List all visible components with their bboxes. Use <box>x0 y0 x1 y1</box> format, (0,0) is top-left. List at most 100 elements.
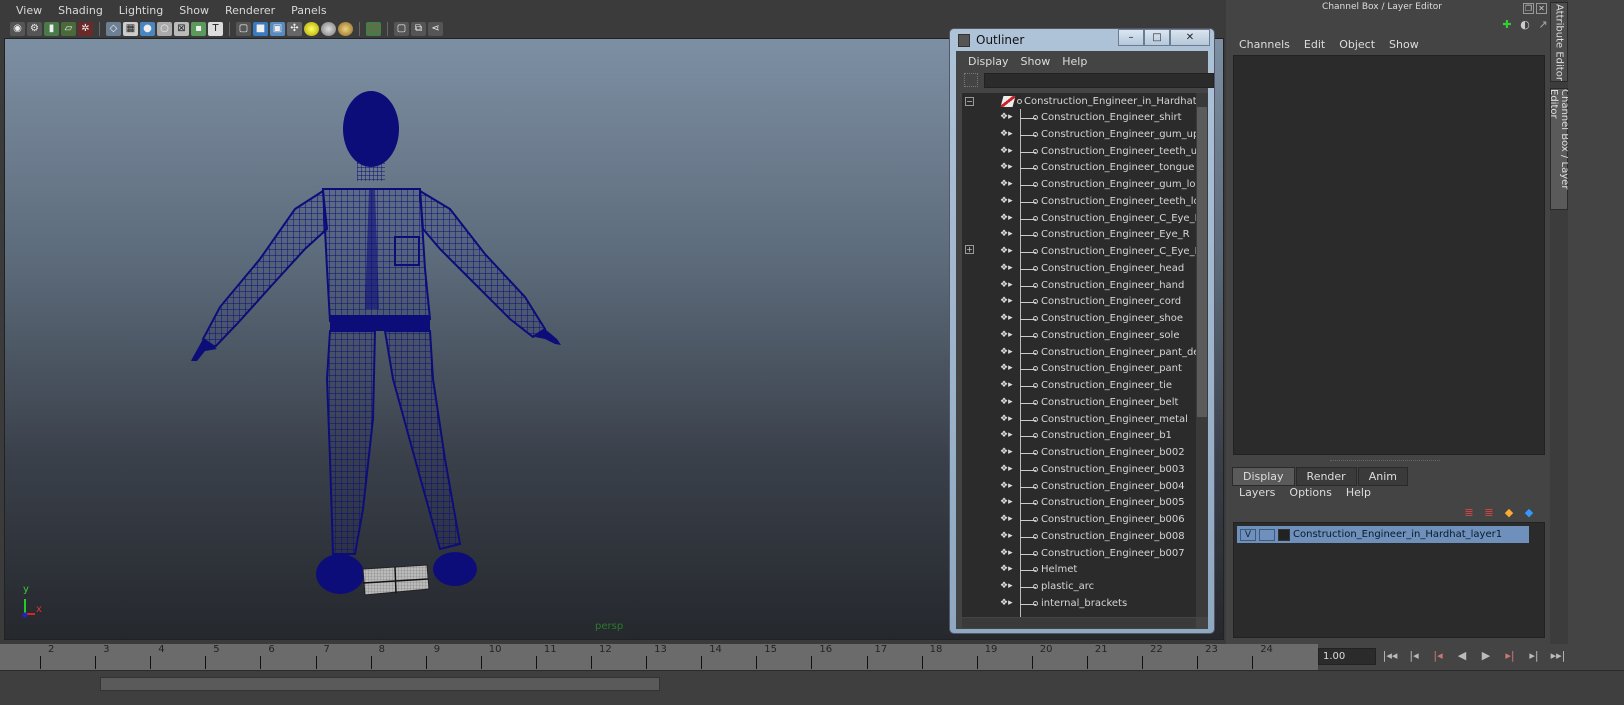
layer-color-swatch[interactable] <box>1278 528 1290 541</box>
tab-display[interactable]: Display <box>1232 467 1295 486</box>
expand-icon[interactable]: + <box>965 245 974 254</box>
outliner-item[interactable]: ❖▸ Construction_Engineer_cord <box>962 294 1196 310</box>
manipulator-icon[interactable]: ✚ <box>1500 18 1514 32</box>
step-forward-frame-button[interactable]: ▸| <box>1524 647 1544 665</box>
lights-icon[interactable] <box>304 22 319 36</box>
outliner-item[interactable]: ❖▸ Construction_Engineer_b004 <box>962 479 1196 495</box>
outliner-item[interactable]: ❖▸ Construction_Engineer_shirt <box>962 110 1196 126</box>
cb-menu-channels[interactable]: Channels <box>1232 38 1297 51</box>
outliner-item[interactable]: ❖▸ Helmet <box>962 562 1196 578</box>
outliner-item[interactable]: ❖▸ Construction_Engineer_gum_lower <box>962 177 1196 193</box>
le-menu-layers[interactable]: Layers <box>1232 486 1282 499</box>
layer-row[interactable]: V Construction_Engineer_in_Hardhat_layer… <box>1237 526 1529 543</box>
step-back-key-button[interactable]: |◂ <box>1428 647 1448 665</box>
outliner-item[interactable]: ❖▸ Construction_Engineer_hand <box>962 278 1196 294</box>
layer-playback-toggle[interactable] <box>1259 528 1275 541</box>
maximize-button[interactable]: □ <box>1144 29 1170 46</box>
outliner-item[interactable]: ❖▸ internal_brackets <box>962 596 1196 612</box>
outliner-item[interactable]: ❖▸ Construction_Engineer_C_Eye_L <box>962 244 1196 260</box>
outliner-item[interactable]: ❖▸ Construction_Engineer_tongue <box>962 160 1196 176</box>
close-button[interactable]: ✕ <box>1170 29 1210 46</box>
outliner-filter-input[interactable] <box>984 73 1214 88</box>
outliner-item[interactable]: ❖▸ Construction_Engineer_Eye_R <box>962 227 1196 243</box>
outliner-menu-show[interactable]: Show <box>1015 55 1057 68</box>
tab-channel-box[interactable]: Channel Box / Layer Editor <box>1548 88 1570 210</box>
layer-visibility-toggle[interactable]: V <box>1240 528 1256 541</box>
tab-attribute-editor[interactable]: Attribute Editor <box>1550 2 1568 82</box>
xray-icon[interactable]: ▢ <box>394 22 409 36</box>
outliner-item[interactable]: ❖▸ Construction_Engineer_pant <box>962 361 1196 377</box>
film-gate-icon[interactable]: ▦ <box>123 22 138 36</box>
xray-components-icon[interactable]: ⋖ <box>428 22 443 36</box>
cb-menu-edit[interactable]: Edit <box>1297 38 1332 51</box>
menu-shading[interactable]: Shading <box>50 4 111 17</box>
range-slider[interactable] <box>100 677 660 691</box>
step-back-frame-button[interactable]: |◂ <box>1404 647 1424 665</box>
ambient-occlusion-icon[interactable] <box>338 22 353 36</box>
outliner-item[interactable]: ❖▸ Construction_Engineer_head <box>962 261 1196 277</box>
go-to-end-button[interactable]: ▸▸| <box>1548 647 1568 665</box>
float-panel-icon[interactable]: ❐ <box>1523 3 1534 14</box>
outliner-item[interactable]: ❖▸ Construction_Engineer_b002 <box>962 445 1196 461</box>
2d-pan-zoom-icon[interactable]: ✲ <box>78 22 93 36</box>
textured-icon[interactable]: ✣ <box>287 22 302 36</box>
outliner-item[interactable]: ❖▸ Construction_Engineer_b006 <box>962 512 1196 528</box>
menu-show[interactable]: Show <box>171 4 217 17</box>
go-to-start-button[interactable]: |◂◂ <box>1380 647 1400 665</box>
xray-joints-icon[interactable]: ⧉ <box>411 22 426 36</box>
menu-panels[interactable]: Panels <box>283 4 334 17</box>
outliner-horizontal-scrollbar[interactable] <box>962 618 1196 628</box>
resolution-gate-icon[interactable]: ● <box>140 22 155 36</box>
filter-icon[interactable] <box>964 73 978 87</box>
menu-renderer[interactable]: Renderer <box>217 4 283 17</box>
shadows-icon[interactable] <box>321 22 336 36</box>
wireframe-icon[interactable]: ▢ <box>236 22 251 36</box>
minimize-button[interactable]: – <box>1118 29 1144 46</box>
collapse-icon[interactable]: − <box>965 97 974 106</box>
outliner-item[interactable]: ❖▸ Construction_Engineer_gum_upper <box>962 127 1196 143</box>
grid-icon[interactable]: ◇ <box>106 22 121 36</box>
outliner-menu-display[interactable]: Display <box>962 55 1015 68</box>
outliner-item[interactable]: ❖▸ Construction_Engineer_b1 <box>962 428 1196 444</box>
outliner-menu-help[interactable]: Help <box>1056 55 1093 68</box>
menu-view[interactable]: View <box>8 4 50 17</box>
camera-select-icon[interactable]: ◉ <box>10 22 25 36</box>
smooth-shade-icon[interactable]: ■ <box>253 22 268 36</box>
safe-action-icon[interactable]: ▪ <box>191 22 206 36</box>
cb-menu-object[interactable]: Object <box>1332 38 1382 51</box>
current-frame-field[interactable]: 1.00 <box>1318 648 1376 665</box>
arrow-icon[interactable]: ↗ <box>1536 18 1550 32</box>
play-forwards-button[interactable]: ▶ <box>1476 647 1496 665</box>
time-slider[interactable]: 2 3 4 5 6 7 8 9 10 11 12 13 14 15 16 17 18 19 20 21 22 23 24 <box>0 644 1318 670</box>
splitter-handle[interactable] <box>1330 460 1440 462</box>
move-layer-down-icon[interactable]: ≣ <box>1482 506 1496 519</box>
gate-mask-icon[interactable]: ○ <box>157 22 172 36</box>
outliner-item[interactable]: ❖▸ Construction_Engineer_teeth_lower <box>962 194 1196 210</box>
bookmark-icon[interactable]: ▮ <box>44 22 59 36</box>
cb-menu-show[interactable]: Show <box>1382 38 1426 51</box>
wireframe-on-shaded-icon[interactable]: ▣ <box>270 22 285 36</box>
scroll-thumb[interactable] <box>1197 107 1207 417</box>
outliner-item[interactable]: ❖▸ plastic_arc <box>962 579 1196 595</box>
menu-lighting[interactable]: Lighting <box>111 4 171 17</box>
tab-anim[interactable]: Anim <box>1357 467 1408 486</box>
outliner-item[interactable]: ❖▸ Construction_Engineer_shoe <box>962 311 1196 327</box>
new-layer-from-selected-icon[interactable]: ◆ <box>1522 506 1536 519</box>
isolate-select-icon[interactable]: ⬚ <box>366 22 381 36</box>
le-menu-help[interactable]: Help <box>1339 486 1378 499</box>
speed-icon[interactable]: ◐ <box>1518 18 1532 32</box>
outliner-root-row[interactable]: − Construction_Engineer_in_Hardhat <box>962 94 1196 110</box>
new-empty-layer-icon[interactable]: ◆ <box>1502 506 1516 519</box>
step-forward-key-button[interactable]: ▸| <box>1500 647 1520 665</box>
outliner-item[interactable]: ❖▸ Construction_Engineer_pant_detail <box>962 345 1196 361</box>
field-chart-icon[interactable]: ⊠ <box>174 22 189 36</box>
outliner-item[interactable]: ❖▸ Construction_Engineer_teeth_upper <box>962 144 1196 160</box>
camera-attributes-icon[interactable]: ⚙ <box>27 22 42 36</box>
close-panel-icon[interactable]: ✕ <box>1536 3 1547 14</box>
play-backwards-button[interactable]: ◀ <box>1452 647 1472 665</box>
outliner-item[interactable]: ❖▸ Construction_Engineer_sole <box>962 328 1196 344</box>
outliner-item[interactable]: ❖▸ Construction_Engineer_tie <box>962 378 1196 394</box>
outliner-item[interactable]: ❖▸ Construction_Engineer_belt <box>962 395 1196 411</box>
move-layer-up-icon[interactable]: ≣ <box>1462 506 1476 519</box>
le-menu-options[interactable]: Options <box>1282 486 1338 499</box>
